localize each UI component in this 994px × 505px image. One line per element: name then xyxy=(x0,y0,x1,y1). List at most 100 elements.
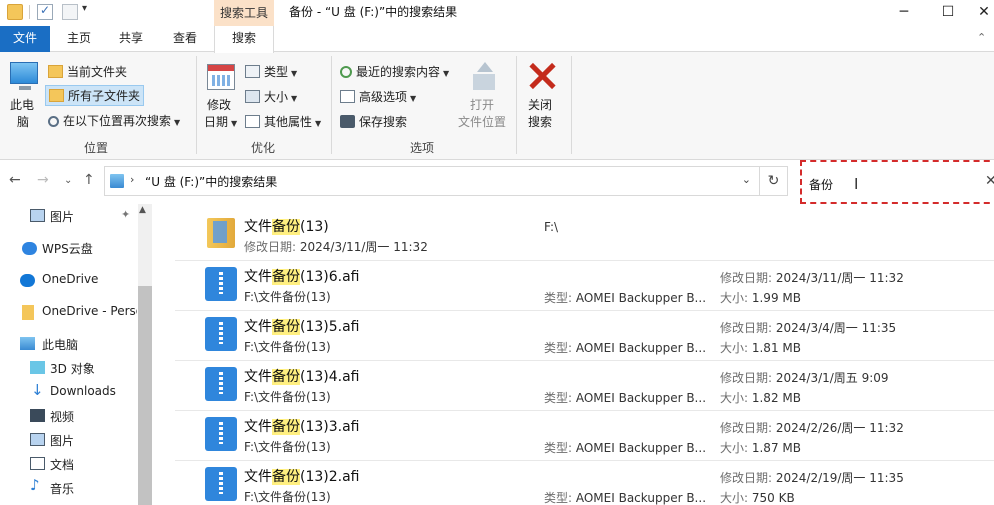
minimize-button[interactable]: ─ xyxy=(881,0,927,26)
file-modified: 修改日期: 2024/3/4/周一 11:35 xyxy=(720,321,897,335)
file-size: 大小: 1.82 MB xyxy=(720,391,801,405)
arrow-up-icon[interactable]: ↑ xyxy=(83,172,95,188)
nav-item-pictures[interactable]: 图片 xyxy=(50,208,74,225)
properties-icon xyxy=(245,115,260,128)
nav-scrollbar[interactable]: ▲ xyxy=(138,204,152,505)
tab-home[interactable]: 主页 xyxy=(56,26,102,52)
folder-icon xyxy=(207,218,235,248)
recent-searches-button[interactable]: 最近的搜索内容 ▼ xyxy=(340,63,449,80)
close-icon[interactable]: ✕ xyxy=(985,173,994,189)
nav-item-downloads[interactable]: Downloads xyxy=(50,384,116,398)
tab-view[interactable]: 查看 xyxy=(162,26,208,52)
save-search-button[interactable]: 保存搜索 xyxy=(340,113,407,130)
chevron-down-icon: ▼ xyxy=(443,69,450,78)
navigation-pane: 图片 WPS云盘 OneDrive OneDrive - Perso 此电脑 3… xyxy=(0,204,152,505)
ribbon-tabs: 文件 主页 共享 查看 搜索 ⌃ xyxy=(0,26,994,53)
current-folder-button[interactable]: 当前文件夹 xyxy=(48,63,127,80)
close-search-line2[interactable]: 搜索 xyxy=(528,113,552,130)
other-properties-button[interactable]: 其他属性 ▼ xyxy=(245,113,321,130)
new-folder-icon[interactable] xyxy=(62,4,78,20)
nav-item-music[interactable]: 音乐 xyxy=(50,480,74,497)
search-input[interactable] xyxy=(809,174,969,194)
list-item[interactable]: 文件备份(13)4.afi F:\文件备份(13) 类型: AOMEI Back… xyxy=(175,361,994,411)
computer-icon[interactable] xyxy=(10,62,38,90)
chevron-down-icon[interactable]: ⌄ xyxy=(64,175,72,186)
nav-item-documents[interactable]: 文档 xyxy=(50,456,74,473)
arrow-left-icon[interactable]: ← xyxy=(9,172,21,188)
this-pc-button-line1[interactable]: 此电 xyxy=(10,96,34,113)
file-type: 类型: AOMEI Backupper B... xyxy=(544,291,707,305)
file-size: 大小: 1.81 MB xyxy=(720,341,801,355)
open-location-icon xyxy=(470,62,498,92)
file-modified: 修改日期: 2024/3/11/周一 11:32 xyxy=(244,240,428,254)
list-item[interactable]: 文件备份(13)2.afi F:\文件备份(13) 类型: AOMEI Back… xyxy=(175,461,994,505)
divider xyxy=(571,56,572,154)
file-modified: 修改日期: 2024/3/11/周一 11:32 xyxy=(720,271,904,285)
options-icon xyxy=(340,90,355,103)
list-item[interactable]: 文件备份(13)3.afi F:\文件备份(13) 类型: AOMEI Back… xyxy=(175,411,994,461)
file-type: 类型: AOMEI Backupper B... xyxy=(544,341,707,355)
properties-icon[interactable] xyxy=(37,3,53,20)
calendar-icon[interactable] xyxy=(207,64,235,90)
close-window-button[interactable]: ✕ xyxy=(969,0,994,26)
file-name: 文件备份(13)4.afi xyxy=(244,369,360,385)
chevron-down-icon: ▼ xyxy=(291,94,298,103)
close-search-line1[interactable]: 关闭 xyxy=(528,96,552,113)
archive-file-icon xyxy=(205,317,237,351)
list-item[interactable]: 文件备份(13)5.afi F:\文件备份(13) 类型: AOMEI Back… xyxy=(175,311,994,361)
file-location: F:\ xyxy=(544,220,559,234)
file-path: F:\文件备份(13) xyxy=(244,440,331,454)
archive-file-icon xyxy=(205,467,237,501)
folder-icon xyxy=(22,305,34,320)
date-modified-button-line1[interactable]: 修改 xyxy=(207,96,231,113)
chevron-down-icon: ▼ xyxy=(315,119,322,128)
pin-icon[interactable]: ✦ xyxy=(121,208,130,221)
advanced-options-button[interactable]: 高级选项 ▼ xyxy=(340,88,416,105)
nav-item-onedrive[interactable]: OneDrive xyxy=(42,272,98,286)
size-button[interactable]: 大小 ▼ xyxy=(245,88,297,105)
list-item[interactable]: 文件备份(13) 修改日期: 2024/3/11/周一 11:32 F:\ xyxy=(175,210,994,261)
folder-icon xyxy=(7,4,23,20)
folder-icon xyxy=(48,65,63,78)
text-cursor-icon: I xyxy=(854,175,859,193)
nav-item-3d-objects[interactable]: 3D 对象 xyxy=(50,360,95,377)
nav-item-wps-cloud[interactable]: WPS云盘 xyxy=(42,240,93,257)
search-box[interactable]: I ✕ xyxy=(800,160,994,204)
save-icon xyxy=(340,115,355,128)
chevron-down-icon[interactable]: ▾ xyxy=(82,3,87,14)
file-name: 文件备份(13)6.afi xyxy=(244,269,360,285)
file-path: F:\文件备份(13) xyxy=(244,490,331,504)
refresh-icon[interactable]: ↻ xyxy=(760,166,788,196)
search-again-button[interactable]: 在以下位置再次搜索 ▼ xyxy=(48,112,180,129)
address-bar[interactable]: › “U 盘 (F:)”中的搜索结果 ⌄ xyxy=(104,166,760,196)
chevron-down-icon[interactable]: ⌄ xyxy=(742,173,751,186)
nav-item-pictures-2[interactable]: 图片 xyxy=(50,432,74,449)
size-icon xyxy=(245,90,260,103)
tab-file[interactable]: 文件 xyxy=(0,26,50,52)
nav-item-videos[interactable]: 视频 xyxy=(50,408,74,425)
all-subfolders-button[interactable]: 所有子文件夹 xyxy=(45,85,145,106)
chevron-up-icon[interactable]: ▲ xyxy=(139,205,146,215)
scrollbar-thumb[interactable] xyxy=(138,286,152,505)
chevron-right-icon[interactable]: › xyxy=(130,173,134,186)
history-icon xyxy=(340,66,352,78)
tab-search[interactable]: 搜索 xyxy=(214,26,274,53)
nav-item-this-pc[interactable]: 此电脑 xyxy=(42,336,78,353)
list-item[interactable]: 文件备份(13)6.afi F:\文件备份(13) 类型: AOMEI Back… xyxy=(175,261,994,311)
maximize-button[interactable]: ☐ xyxy=(925,0,971,26)
file-name: 文件备份(13)2.afi xyxy=(244,469,360,485)
close-search-icon[interactable] xyxy=(528,62,556,90)
chevron-up-icon[interactable]: ⌃ xyxy=(977,31,986,44)
file-modified: 修改日期: 2024/3/1/周五 9:09 xyxy=(720,371,889,385)
file-name: 文件备份(13)5.afi xyxy=(244,319,360,335)
kind-button[interactable]: 类型 ▼ xyxy=(245,63,297,80)
tab-share[interactable]: 共享 xyxy=(108,26,154,52)
nav-item-onedrive-personal[interactable]: OneDrive - Perso xyxy=(42,304,137,318)
group-label-options: 选项 xyxy=(410,141,435,155)
this-pc-button-line2[interactable]: 脑 xyxy=(17,113,29,130)
arrow-right-icon[interactable]: → xyxy=(37,172,49,188)
file-path: F:\文件备份(13) xyxy=(244,340,331,354)
address-path[interactable]: “U 盘 (F:)”中的搜索结果 xyxy=(145,173,277,190)
title-bar: ▾ 搜索工具 备份 - “U 盘 (F:)”中的搜索结果 ─ ☐ ✕ xyxy=(0,0,994,26)
date-modified-button[interactable]: 日期 ▼ xyxy=(204,113,237,130)
